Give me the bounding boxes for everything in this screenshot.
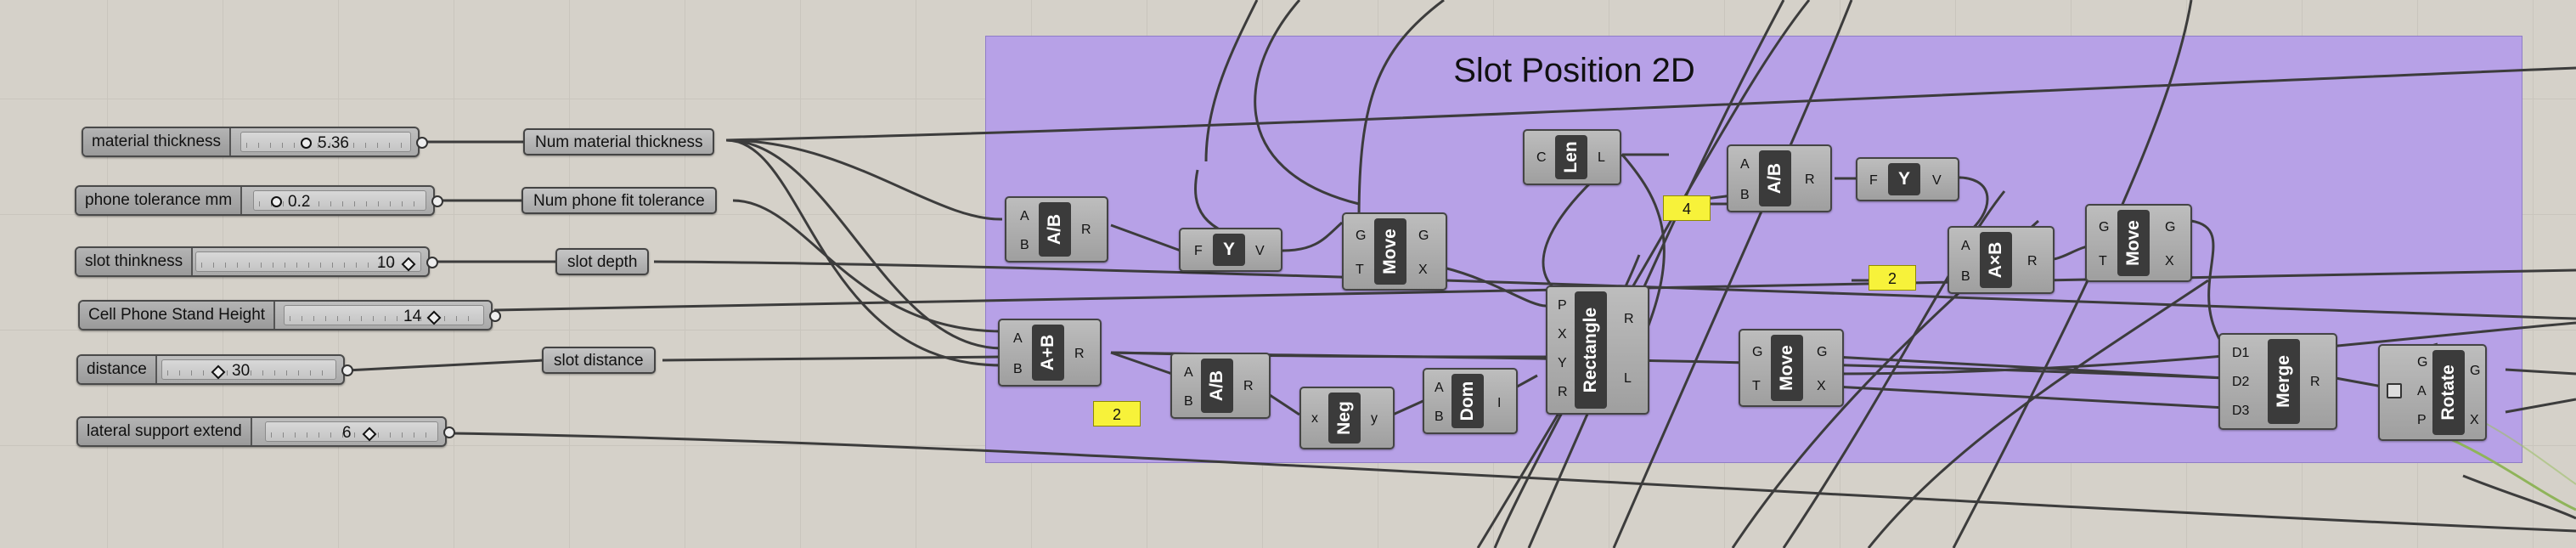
slider-label: phone tolerance mm (76, 187, 243, 214)
slider-label: lateral support extend (78, 418, 252, 445)
component-name: Rotate (2438, 364, 2458, 421)
slider-distance[interactable]: distance 30 (76, 354, 345, 385)
component-name: A/B (1765, 162, 1784, 195)
component-name: Merge (2274, 355, 2293, 408)
component-deconstruct-y-2[interactable]: F Y V (1856, 157, 1959, 201)
component-length[interactable]: C Len L (1523, 129, 1621, 185)
slider-slot-thinkness[interactable]: slot thinkness 10 (75, 246, 430, 277)
slider-grip-icon[interactable] (211, 364, 226, 380)
panel-value-4[interactable]: 4 (1663, 195, 1711, 221)
slider-grip-icon[interactable] (362, 427, 377, 442)
component-addition[interactable]: A B A+B R (998, 319, 1102, 387)
param-slot-distance[interactable]: slot distance (542, 347, 656, 374)
slider-value: 5.36 (318, 134, 349, 152)
slider-label: distance (78, 356, 157, 383)
component-construct-domain[interactable]: A B Dom I (1423, 368, 1518, 434)
component-rotate[interactable]: G A P Rotate G X (2378, 344, 2487, 441)
component-name: Move (1380, 229, 1400, 274)
slider-value: 10 (376, 254, 395, 272)
component-name: Move (1777, 345, 1796, 391)
component-name: A/B (1207, 370, 1226, 402)
component-deconstruct-y-1[interactable]: F Y V (1179, 228, 1282, 272)
output-grip-icon[interactable] (489, 310, 501, 322)
slider-grip-icon[interactable] (426, 310, 442, 325)
component-name: Rectangle (1581, 307, 1600, 393)
component-move-1[interactable]: G T Move G X (1342, 212, 1447, 291)
angle-input-icon[interactable] (2387, 383, 2402, 398)
component-rectangle[interactable]: P X Y R Rectangle R L (1546, 285, 1649, 415)
slider-lateral-support-extend[interactable]: lateral support extend 6 (76, 416, 447, 447)
slider-track[interactable]: 5.36 (240, 132, 411, 152)
component-name: A+B (1038, 334, 1057, 371)
component-name: Len (1561, 141, 1581, 173)
output-grip-icon[interactable] (443, 427, 455, 438)
panel-value-2-b[interactable]: 2 (1869, 265, 1916, 291)
component-name: A/B (1045, 213, 1064, 246)
component-name: A×B (1986, 241, 2005, 279)
slider-material-thickness[interactable]: material thickness 5.36 (82, 127, 420, 157)
component-name: Dom (1457, 381, 1477, 421)
slider-grip-icon[interactable] (271, 196, 282, 207)
param-num-material-thickness[interactable]: Num material thickness (523, 128, 715, 155)
panel-value-2-a[interactable]: 2 (1093, 401, 1141, 427)
component-move-3[interactable]: G T Move G X (2085, 204, 2192, 282)
slider-label: Cell Phone Stand Height (80, 302, 276, 329)
component-move-2[interactable]: G T Move G X (1739, 329, 1844, 407)
slider-track[interactable]: 6 (265, 421, 438, 442)
slider-grip-icon[interactable] (401, 257, 416, 272)
slider-cell-phone-stand-height[interactable]: Cell Phone Stand Height 14 (78, 300, 493, 330)
component-name: Neg (1334, 401, 1354, 435)
output-grip-icon[interactable] (341, 364, 353, 376)
slider-phone-tolerance[interactable]: phone tolerance mm 0.2 (75, 185, 435, 216)
component-name: Y (1222, 240, 1236, 259)
output-grip-icon[interactable] (426, 257, 438, 268)
slider-track[interactable]: 14 (284, 305, 484, 325)
component-division-1[interactable]: A B A/B R (1005, 196, 1108, 263)
slider-value: 30 (232, 362, 251, 380)
component-negative[interactable]: x Neg y (1299, 387, 1395, 449)
slider-track[interactable]: 0.2 (253, 190, 426, 211)
slider-label: material thickness (83, 128, 232, 155)
slider-value: 6 (342, 424, 352, 442)
component-multiplication[interactable]: A B A×B R (1948, 226, 2055, 294)
component-name: Y (1897, 169, 1911, 189)
group-title: Slot Position 2D (1453, 52, 1695, 89)
output-grip-icon[interactable] (416, 137, 428, 149)
output-grip-icon[interactable] (431, 195, 443, 207)
param-slot-depth[interactable]: slot depth (555, 248, 650, 275)
param-num-phone-fit-tolerance[interactable]: Num phone fit tolerance (521, 187, 717, 214)
component-division-3[interactable]: A B A/B R (1727, 144, 1832, 212)
slider-grip-icon[interactable] (301, 138, 312, 149)
component-merge[interactable]: D1 D2 D3 Merge R (2218, 333, 2337, 430)
slider-value: 14 (403, 308, 422, 325)
slider-label: slot thinkness (76, 248, 194, 275)
component-division-2[interactable]: A B A/B R (1170, 353, 1271, 419)
slider-track[interactable]: 10 (195, 251, 421, 272)
slider-track[interactable]: 30 (161, 359, 336, 380)
component-name: Move (2123, 220, 2143, 266)
slider-value: 0.2 (288, 193, 311, 211)
